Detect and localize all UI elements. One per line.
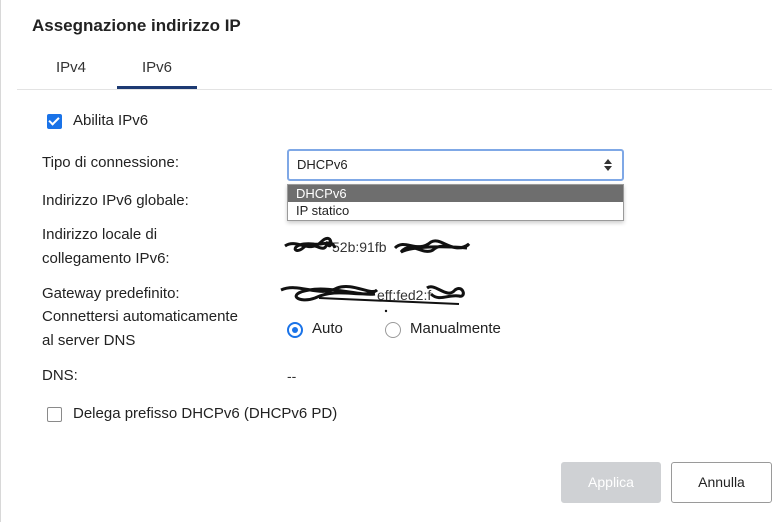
connection-type-label: Tipo di connessione: bbox=[42, 154, 180, 171]
dns-auto-label-line2: al server DNS bbox=[42, 332, 136, 349]
dns-label: DNS: bbox=[42, 367, 78, 384]
dns-auto-radio[interactable] bbox=[287, 322, 303, 338]
tab-bar: IPv4 IPv6 bbox=[17, 56, 772, 90]
dns-auto-option-label: Auto bbox=[312, 320, 343, 337]
link-local-label-line1: Indirizzo locale di bbox=[42, 226, 158, 243]
dropdown-option-dhcpv6[interactable]: DHCPv6 bbox=[288, 185, 623, 202]
dialog-title: Assegnazione indirizzo IP bbox=[32, 16, 241, 35]
dns-manual-radio[interactable] bbox=[385, 322, 401, 338]
cancel-button[interactable]: Annulla bbox=[671, 462, 772, 503]
connection-type-select[interactable]: DHCPv6 bbox=[287, 149, 624, 181]
enable-ipv6-checkbox[interactable] bbox=[47, 114, 62, 129]
connection-type-selected: DHCPv6 bbox=[297, 157, 348, 172]
dns-value: -- bbox=[287, 368, 297, 384]
dns-auto-label-line1: Connettersi automaticamente bbox=[42, 308, 238, 325]
link-local-label-line2: collegamento IPv6: bbox=[42, 250, 170, 267]
tab-ipv6[interactable]: IPv6 bbox=[117, 58, 197, 89]
prefix-delegation-checkbox[interactable] bbox=[47, 407, 62, 422]
tab-ipv4[interactable]: IPv4 bbox=[38, 58, 106, 89]
gateway-label: Gateway predefinito: bbox=[42, 285, 180, 302]
dropdown-option-static-ip[interactable]: IP statico bbox=[288, 202, 623, 219]
redaction-scribble-gateway bbox=[280, 285, 465, 313]
global-address-label: Indirizzo IPv6 globale: bbox=[42, 192, 189, 209]
prefix-delegation-label: Delega prefisso DHCPv6 (DHCPv6 PD) bbox=[73, 405, 338, 422]
select-arrows-icon bbox=[604, 159, 612, 171]
enable-ipv6-label: Abilita IPv6 bbox=[73, 112, 149, 129]
redaction-scribble bbox=[284, 236, 471, 254]
connection-type-dropdown: DHCPv6 IP statico bbox=[287, 184, 624, 221]
apply-button[interactable]: Applica bbox=[561, 462, 661, 503]
dns-manual-option-label: Manualmente bbox=[410, 320, 501, 337]
ip-assignment-dialog: Assegnazione indirizzo IP IPv4 IPv6 Abil… bbox=[0, 0, 783, 522]
